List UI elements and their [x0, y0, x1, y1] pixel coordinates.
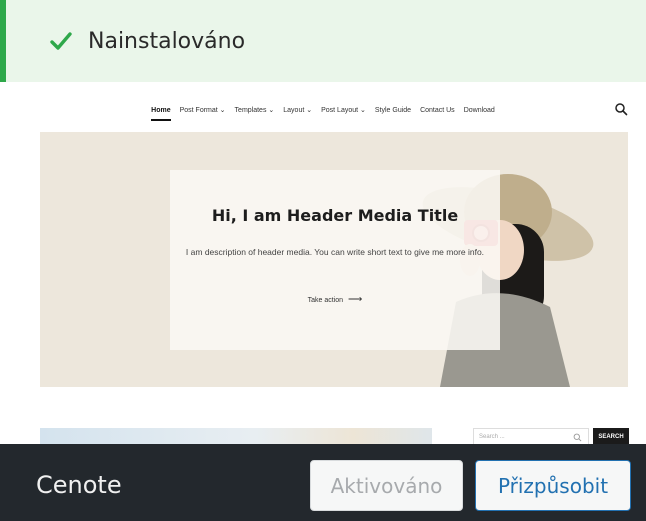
sidebar-search-placeholder: Search ...: [479, 434, 505, 440]
checkmark-icon: [50, 32, 72, 50]
nav-item-post-format[interactable]: Post Format ⌄: [180, 106, 226, 114]
nav-item-post-layout[interactable]: Post Layout ⌄: [321, 106, 366, 114]
header-media-description: I am description of header media. You ca…: [185, 247, 485, 257]
header-media: Hi, I am Header Media Title I am descrip…: [40, 132, 628, 387]
nav-item-home[interactable]: Home: [151, 107, 172, 121]
activated-button: Aktivováno: [310, 460, 463, 511]
arrow-right-icon: ⟶: [348, 294, 363, 305]
preview-nav: Home Post Format ⌄ Templates ⌄ Layout ⌄ …: [0, 100, 646, 121]
header-media-card: Hi, I am Header Media Title I am descrip…: [170, 170, 500, 350]
nav-item-layout[interactable]: Layout ⌄: [283, 106, 312, 114]
take-action-label: Take action: [307, 297, 344, 304]
sidebar-search-button[interactable]: SEARCH: [593, 428, 629, 444]
installed-notice: Nainstalováno: [0, 0, 646, 82]
theme-preview: Home Post Format ⌄ Templates ⌄ Layout ⌄ …: [0, 82, 646, 444]
notice-message: Nainstalováno: [88, 28, 246, 54]
customize-button[interactable]: Přizpůsobit: [475, 460, 631, 511]
theme-name: Cenote: [36, 471, 122, 499]
search-icon: [573, 433, 582, 442]
nav-item-templates[interactable]: Templates ⌄: [235, 106, 275, 114]
nav-item-style-guide[interactable]: Style Guide: [375, 107, 411, 114]
nav-item-download[interactable]: Download: [464, 107, 495, 114]
header-media-title: Hi, I am Header Media Title: [211, 206, 459, 225]
sidebar-search-input[interactable]: Search ...: [473, 428, 589, 444]
post-thumbnail[interactable]: [40, 428, 432, 444]
nav-item-contact-us[interactable]: Contact Us: [420, 107, 455, 114]
search-icon[interactable]: [614, 102, 628, 116]
take-action-link[interactable]: Take action ⟶: [170, 294, 500, 305]
theme-footer-bar: Cenote Aktivováno Přizpůsobit: [0, 444, 646, 521]
